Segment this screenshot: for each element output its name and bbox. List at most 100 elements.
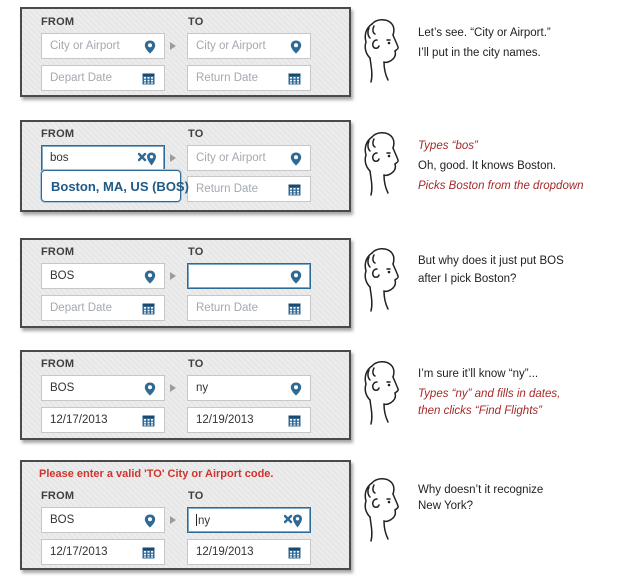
comment-line: But why does it just put BOS (418, 255, 564, 267)
right-arrow-icon (170, 42, 176, 50)
right-arrow-icon (170, 516, 176, 524)
location-pin-icon[interactable] (290, 270, 302, 284)
comment-action: Types “bos” (418, 140, 478, 152)
to-city-value: ny (198, 515, 211, 527)
location-pin-icon[interactable] (290, 382, 302, 396)
depart-date-placeholder: Depart Date (50, 302, 113, 314)
from-city-value: BOS (50, 514, 75, 526)
comment-action: then clicks “Find Flights” (418, 405, 542, 417)
right-arrow-icon (170, 272, 176, 280)
location-pin-icon[interactable] (144, 382, 156, 396)
suggestion-label: Boston, MA, US (BOS) (51, 179, 189, 194)
return-date-value: 12/19/2013 (196, 414, 254, 426)
from-city-input[interactable]: bos (41, 145, 165, 171)
calendar-icon[interactable] (142, 415, 155, 427)
depart-date-value: 12/17/2013 (50, 414, 108, 426)
to-city-placeholder: City or Airport (196, 40, 266, 52)
right-arrow-icon (170, 384, 176, 392)
error-message: Please enter a valid 'TO' City or Airpor… (39, 468, 274, 480)
face-sketch-icon (360, 247, 408, 315)
to-label: TO (188, 128, 204, 140)
from-city-input[interactable]: BOS (41, 507, 165, 533)
depart-date-input[interactable]: Depart Date (41, 65, 165, 91)
from-city-input[interactable]: BOS (41, 263, 165, 289)
return-date-input[interactable]: Return Date (187, 295, 311, 321)
calendar-icon[interactable] (288, 547, 301, 559)
from-label: FROM (41, 358, 75, 370)
to-label: TO (188, 16, 204, 28)
face-sketch-icon (360, 131, 408, 199)
to-city-placeholder: City or Airport (196, 152, 266, 164)
from-label: FROM (41, 16, 75, 28)
comment-action: Types “ny” and fills in dates, (418, 388, 561, 400)
to-city-input[interactable]: ny (187, 507, 311, 533)
comment-line: Let’s see. “City or Airport.” (418, 27, 551, 39)
comment-line: Oh, good. It knows Boston. (418, 160, 557, 172)
comment-line: Why doesn’t it recognize (418, 484, 544, 496)
comment-line: I’m sure it’ll know “ny”... (418, 368, 539, 380)
comment-line: New York? (418, 500, 473, 512)
to-city-input[interactable] (187, 263, 311, 289)
to-city-input[interactable]: City or Airport (187, 33, 311, 59)
location-pin-icon[interactable] (144, 40, 156, 54)
calendar-icon[interactable] (142, 303, 155, 315)
from-city-value: BOS (50, 270, 75, 282)
return-date-placeholder: Return Date (196, 72, 259, 84)
location-pin-icon[interactable] (290, 40, 302, 54)
return-date-placeholder: Return Date (196, 302, 259, 314)
calendar-icon[interactable] (142, 547, 155, 559)
return-date-placeholder: Return Date (196, 183, 259, 195)
text-caret (196, 514, 197, 526)
comment-step1: Let’s see. “City or Airport.” I’ll put i… (418, 23, 551, 63)
depart-date-input[interactable]: 12/17/2013 (41, 539, 165, 565)
autocomplete-suggestion[interactable]: Boston, MA, US (BOS) (41, 170, 189, 202)
from-label: FROM (41, 246, 75, 258)
return-date-value: 12/19/2013 (196, 546, 254, 558)
depart-date-value: 12/17/2013 (50, 546, 108, 558)
calendar-icon[interactable] (288, 184, 301, 196)
comment-step3: But why does it just put BOS after I pic… (418, 252, 564, 288)
from-city-input[interactable]: City or Airport (41, 33, 165, 59)
search-panel-step4: FROM TO BOS ny 12/17/2013 12/19/2013 (20, 350, 351, 440)
from-label: FROM (41, 128, 75, 140)
depart-date-placeholder: Depart Date (50, 72, 113, 84)
to-city-value: ny (196, 382, 209, 394)
to-label: TO (188, 358, 204, 370)
comment-line: I’ll put in the city names. (418, 47, 541, 59)
calendar-icon[interactable] (142, 73, 155, 85)
to-label: TO (188, 490, 204, 502)
location-pin-icon[interactable] (290, 152, 302, 166)
search-panel-step2: FROM TO bos City or Airport Return Date … (20, 120, 351, 212)
comment-step4: I’m sure it’ll know “ny”... Types “ny” a… (418, 366, 560, 420)
from-city-value: BOS (50, 382, 75, 394)
comment-step2: Types “bos” Oh, good. It knows Boston. P… (418, 136, 584, 196)
comment-action: Picks Boston from the dropdown (418, 180, 584, 192)
comment-step5: Why doesn’t it recognize New York? (418, 482, 543, 514)
from-city-input[interactable]: BOS (41, 375, 165, 401)
face-sketch-icon (360, 477, 408, 545)
to-city-input[interactable]: ny (187, 375, 311, 401)
to-label: TO (188, 246, 204, 258)
location-pin-icon[interactable] (144, 514, 156, 528)
to-city-input[interactable]: City or Airport (187, 145, 311, 171)
calendar-icon[interactable] (288, 303, 301, 315)
calendar-icon[interactable] (288, 415, 301, 427)
from-city-value: bos (50, 152, 69, 164)
location-pin-icon[interactable] (144, 270, 156, 284)
return-date-input[interactable]: Return Date (187, 65, 311, 91)
search-panel-step3: FROM TO BOS Depart Date Return Date (20, 238, 351, 328)
right-arrow-icon (170, 154, 176, 162)
return-date-input[interactable]: Return Date (187, 176, 311, 202)
search-panel-step1: FROM TO City or Airport City or Airport … (20, 7, 351, 97)
return-date-input[interactable]: 12/19/2013 (187, 539, 311, 565)
calendar-icon[interactable] (288, 73, 301, 85)
depart-date-input[interactable]: 12/17/2013 (41, 407, 165, 433)
comment-line: after I pick Boston? (418, 273, 517, 285)
return-date-input[interactable]: 12/19/2013 (187, 407, 311, 433)
clear-x-icon[interactable] (138, 152, 158, 166)
from-label: FROM (41, 490, 75, 502)
depart-date-input[interactable]: Depart Date (41, 295, 165, 321)
clear-x-icon[interactable] (284, 514, 304, 528)
face-sketch-icon (360, 360, 408, 428)
search-panel-step5: Please enter a valid 'TO' City or Airpor… (20, 460, 351, 570)
